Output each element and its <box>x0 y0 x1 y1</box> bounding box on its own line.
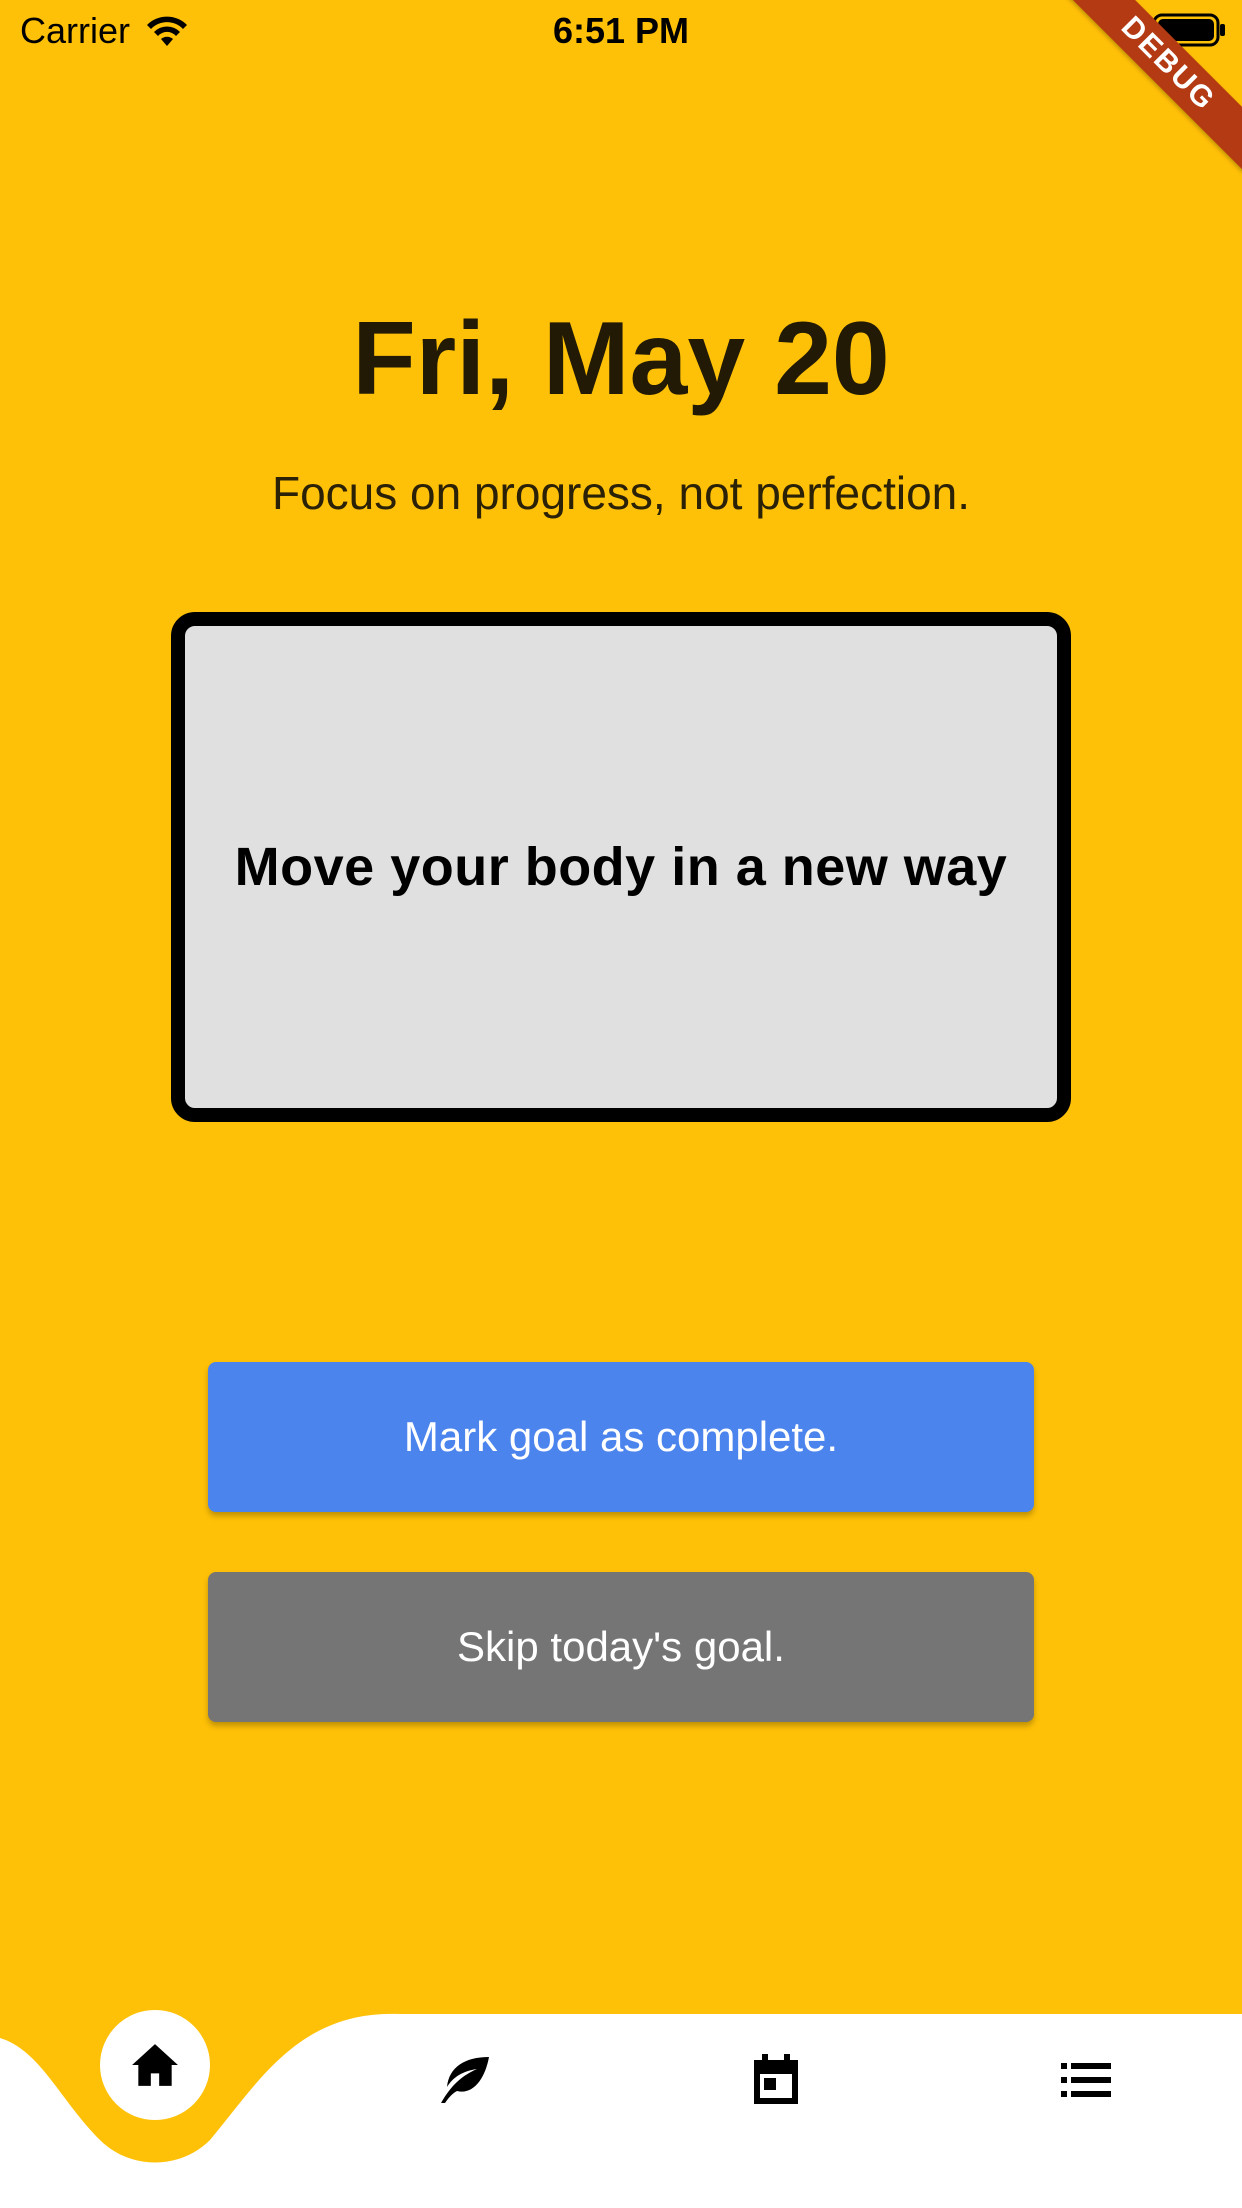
leaf-icon <box>441 2057 489 2103</box>
bottom-nav <box>0 1990 1242 2208</box>
goal-text: Move your body in a new way <box>234 837 1008 897</box>
skip-goal-button[interactable]: Skip today's goal. <box>208 1572 1034 1722</box>
mark-complete-button[interactable]: Mark goal as complete. <box>208 1362 1034 1512</box>
page-title: Fri, May 20 <box>352 301 890 417</box>
home-icon <box>132 2044 178 2086</box>
nav-home[interactable] <box>100 2010 210 2120</box>
screen: Carrier 6:51 PM DEBUG Fri, May 20 Focus … <box>0 0 1242 2208</box>
status-bar: Carrier 6:51 PM <box>0 0 1242 62</box>
nav-calendar[interactable] <box>736 2040 816 2120</box>
motivational-subtitle: Focus on progress, not perfection. <box>271 467 971 519</box>
calendar-icon <box>754 2054 798 2104</box>
nav-goal-list[interactable] <box>1046 2040 1126 2120</box>
list-icon <box>1061 2063 1111 2097</box>
goal-card: Move your body in a new way <box>171 612 1071 1122</box>
status-time: 6:51 PM <box>552 10 690 51</box>
nav-tips[interactable] <box>425 2040 505 2120</box>
